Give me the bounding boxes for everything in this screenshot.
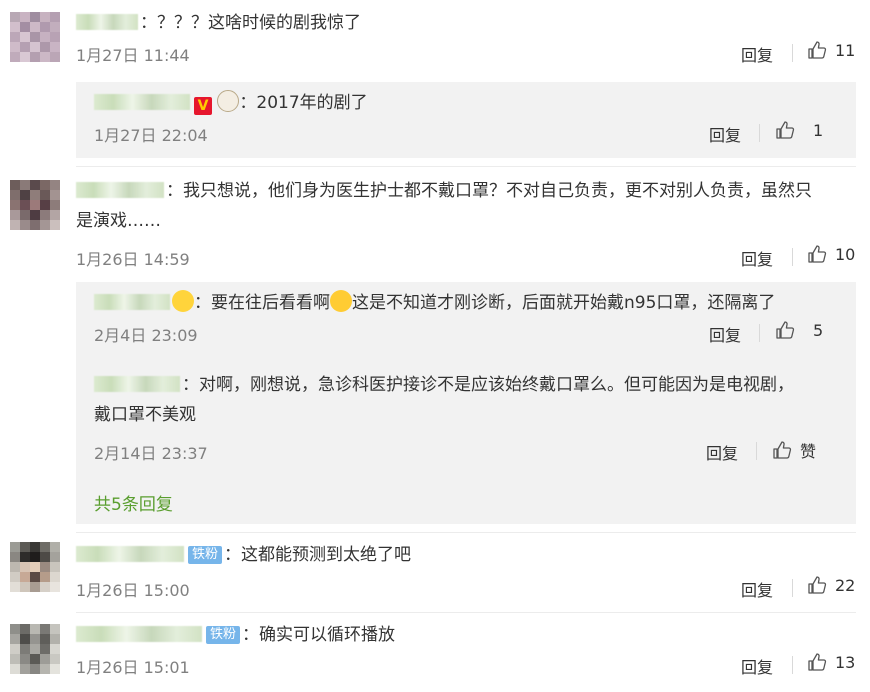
timestamp: 1月27日 22:04: [94, 126, 208, 145]
username-blurred[interactable]: [76, 14, 138, 30]
reply-meta: 2月4日 23:09 回复 5: [94, 318, 838, 348]
like-button[interactable]: 11: [807, 40, 855, 60]
comment-meta: 1月26日 14:59 回复 10: [76, 242, 856, 272]
username-blurred[interactable]: [76, 626, 202, 642]
like-count: 22: [835, 575, 856, 595]
username-blurred[interactable]: [94, 94, 190, 110]
timestamp: 2月4日 23:09: [94, 326, 198, 345]
username-blurred[interactable]: [76, 546, 184, 562]
comment-meta: 1月27日 11:44 回复 11: [76, 38, 856, 68]
like-button[interactable]: 10: [807, 244, 855, 264]
divider: [759, 124, 760, 142]
avatar[interactable]: [10, 12, 60, 62]
username-blurred[interactable]: [76, 182, 164, 198]
avatar[interactable]: [10, 180, 60, 230]
comment-meta: 1月26日 15:01 回复 13: [76, 650, 856, 680]
reply-meta: 2月14日 23:37 回复 赞: [94, 436, 838, 466]
thumbs-up-icon: [808, 653, 827, 671]
like-count: 5: [813, 320, 824, 340]
view-more-replies-link[interactable]: 共5条回复: [94, 495, 173, 515]
avatar[interactable]: [10, 542, 60, 592]
timestamp: 1月27日 11:44: [76, 46, 190, 65]
reply-button[interactable]: 回复: [741, 42, 773, 66]
divider: [756, 442, 757, 460]
username-blurred[interactable]: [94, 376, 180, 392]
verified-v-icon: V: [194, 97, 212, 115]
reply-text: ：对啊，刚想说，急诊科医护接诊不是应该始终戴口罩么。但可能因为是电视剧， 戴口罩…: [94, 375, 794, 425]
thumbs-up-icon: [776, 121, 795, 139]
reply-button[interactable]: 回复: [741, 654, 773, 678]
comment-text: ：？？？这啥时候的剧我惊了: [76, 8, 856, 38]
like-button[interactable]: 22: [807, 575, 855, 595]
like-count: 1: [813, 120, 824, 140]
avatar[interactable]: [10, 624, 60, 674]
timestamp: 1月26日 15:01: [76, 658, 190, 677]
like-button[interactable]: 5: [775, 320, 823, 340]
reply-box: ：要在往后看看啊 这是不知道才刚诊断，后面就开始戴n95口罩，还隔离了 2月4日 …: [76, 282, 856, 524]
divider: [792, 579, 793, 597]
like-count: 13: [835, 652, 856, 672]
thumbs-up-icon: [808, 41, 827, 59]
reply-button[interactable]: 回复: [741, 246, 773, 270]
comment-meta: 1月26日 15:00 回复 22: [76, 573, 856, 603]
like-button[interactable]: 1: [775, 120, 823, 140]
thumbs-up-icon: [776, 321, 795, 339]
divider: [76, 166, 856, 167]
username-blurred[interactable]: [94, 294, 170, 310]
reply-text: ：要在往后看看啊 这是不知道才刚诊断，后面就开始戴n95口罩，还隔离了: [94, 288, 838, 318]
like-count: 11: [835, 40, 856, 60]
thumbs-up-icon: [808, 245, 827, 263]
fan-badge[interactable]: 铁粉: [206, 626, 241, 644]
comment-text: ：我只想说，他们身为医生护士都不戴口罩？不对自己负责，更不对别人负责，虽然只 是…: [76, 181, 812, 231]
timestamp: 1月26日 14:59: [76, 250, 190, 269]
sheep-emoji-icon: [217, 90, 240, 112]
divider: [759, 324, 760, 342]
divider: [76, 612, 856, 613]
divider: [792, 248, 793, 266]
comment-text: 铁粉 ：这都能预测到太绝了吧: [76, 540, 856, 570]
like-button[interactable]: 13: [807, 652, 855, 672]
reply-meta: 1月27日 22:04 回复 1: [94, 118, 838, 148]
like-count: 10: [835, 244, 856, 264]
reply-button[interactable]: 回复: [709, 122, 741, 146]
like-label: 赞: [800, 442, 817, 461]
timestamp: 1月26日 15:00: [76, 581, 190, 600]
reply-button[interactable]: 回复: [709, 322, 741, 346]
comment-text: 铁粉 ：确实可以循环播放: [76, 620, 856, 650]
thumbs-up-icon: [808, 576, 827, 594]
divider: [792, 656, 793, 674]
divider: [792, 44, 793, 62]
reply-text: V ：2017年的剧了: [94, 88, 838, 118]
laugh-cry-emoji-icon: [330, 290, 352, 312]
fan-badge[interactable]: 铁粉: [188, 546, 223, 564]
reply-button[interactable]: 回复: [741, 577, 773, 601]
divider: [76, 532, 856, 533]
timestamp: 2月14日 23:37: [94, 444, 208, 463]
angry-emoji-icon: [172, 290, 194, 312]
like-button[interactable]: 赞: [772, 438, 816, 462]
reply-box: V ：2017年的剧了 1月27日 22:04 回复 1: [76, 82, 856, 158]
thumbs-up-icon: [773, 441, 792, 459]
reply-button[interactable]: 回复: [706, 440, 738, 464]
